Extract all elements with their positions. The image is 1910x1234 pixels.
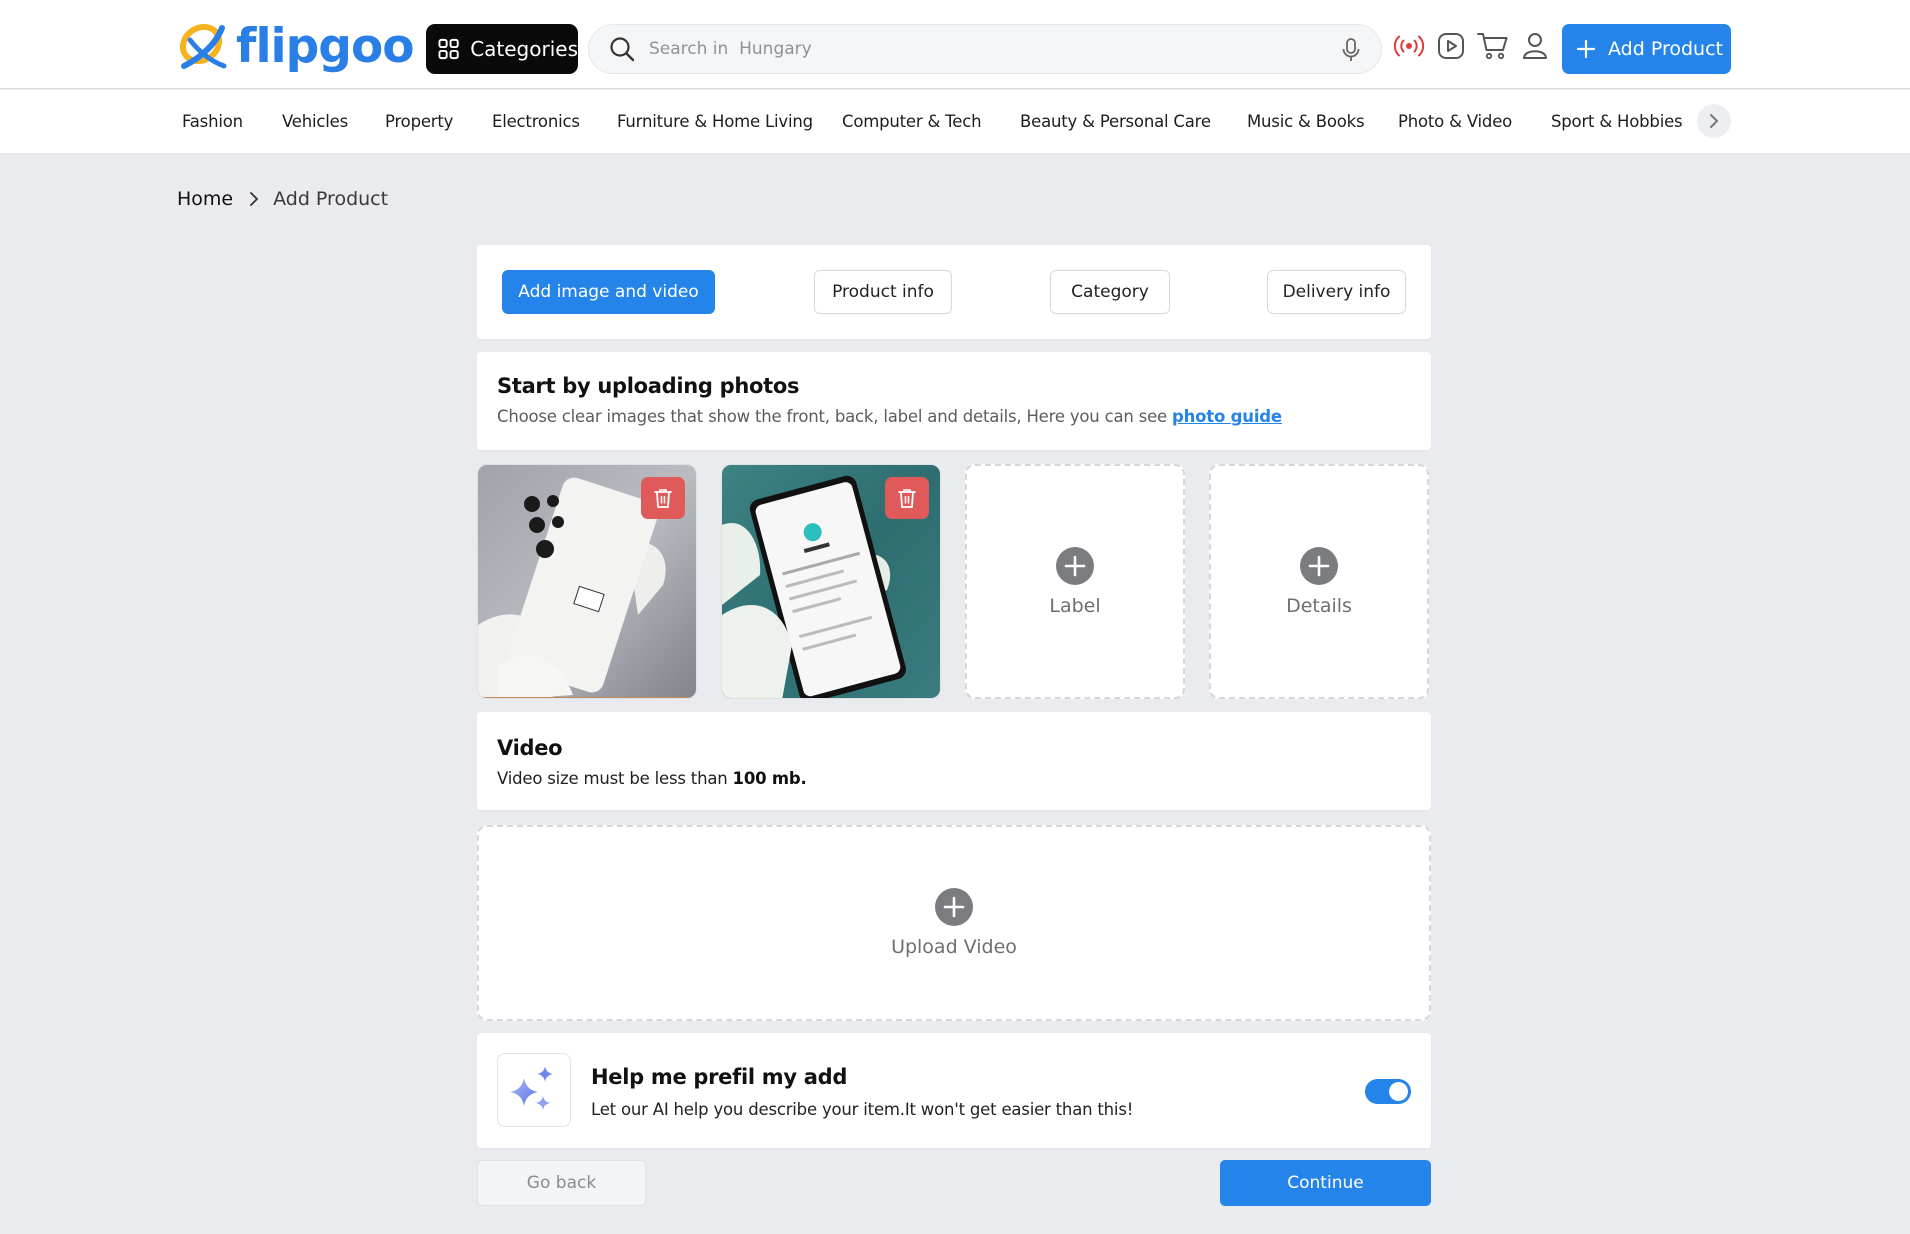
sparkles-icon [497,1053,571,1127]
nav-item-sport-hobbies[interactable]: Sport & Hobbies [1551,112,1683,131]
video-section: Video Video size must be less than 100 m… [477,712,1431,810]
nav-item-computer-tech[interactable]: Computer & Tech [842,112,982,131]
ai-prefill-subtitle: Let our AI help you describe your item.I… [591,1100,1134,1119]
ai-prefill-title: Help me prefil my add [591,1065,848,1089]
step-add-image-video[interactable]: Add image and video [502,270,715,314]
grid-icon [438,38,459,60]
step-product-info[interactable]: Product info [814,270,952,314]
upload-subtitle: Choose clear images that show the front,… [497,407,1411,426]
live-icon[interactable] [1393,30,1425,62]
ai-prefill-card: Help me prefil my add Let our AI help yo… [477,1033,1431,1148]
search-icon [610,37,635,62]
chevron-right-icon [1710,114,1718,128]
search-input[interactable] [649,39,1329,59]
video-subtitle: Video size must be less than 100 mb. [497,769,1411,788]
categories-label: Categories [470,37,578,61]
trash-icon [654,489,672,508]
nav-item-fashion[interactable]: Fashion [182,112,243,131]
nav-item-beauty-personal-care[interactable]: Beauty & Personal Care [1020,112,1211,131]
plus-icon [1576,39,1596,59]
nav-item-furniture-home-living[interactable]: Furniture & Home Living [617,112,813,131]
plus-circle-icon [1056,546,1094,585]
ai-prefill-toggle[interactable] [1365,1079,1411,1104]
go-back-button[interactable]: Go back [477,1160,646,1206]
top-header: flipgoo Categories Search in Hungary Add… [0,0,1910,89]
nav-scroll-next-button[interactable] [1697,104,1731,138]
nav-item-property[interactable]: Property [385,112,453,131]
add-product-label: Add Product [1608,38,1723,60]
upload-subtitle-text: Choose clear images that show the front,… [497,407,1173,426]
video-subtitle-text: Video size must be less than [497,769,733,788]
toggle-knob [1389,1082,1408,1101]
nav-item-photo-video[interactable]: Photo & Video [1398,112,1512,131]
video-title: Video [497,736,563,760]
upload-video-dropzone[interactable]: Upload Video [477,825,1431,1021]
upload-video-label: Upload Video [891,936,1017,958]
video-size-limit: 100 mb. [732,769,807,788]
step-category[interactable]: Category [1050,270,1170,314]
uploaded-photo-front[interactable] [721,464,941,699]
delete-photo-button[interactable] [885,477,929,519]
add-product-button[interactable]: Add Product [1562,24,1731,74]
upload-slot-label-text: Label [1049,594,1101,617]
uploaded-photo-back[interactable] [477,464,697,699]
microphone-icon[interactable] [1341,38,1361,62]
photo-guide-link[interactable]: photo guide [1172,407,1282,426]
flipgoo-logo[interactable]: flipgoo [176,19,415,74]
nav-item-vehicles[interactable]: Vehicles [282,112,348,131]
plus-circle-icon [935,888,973,926]
upload-title: Start by uploading photos [497,374,800,398]
logo-text: flipgoo [236,19,415,74]
delete-photo-button[interactable] [641,477,685,519]
play-video-icon[interactable] [1435,30,1467,62]
breadcrumb-home[interactable]: Home [177,188,233,210]
category-nav: Fashion Vehicles Property Electronics Fu… [0,90,1910,154]
trash-icon [898,489,916,508]
breadcrumb-current: Add Product [273,188,389,210]
upload-slot-details[interactable]: Details [1209,464,1429,699]
upload-slot-label[interactable]: Label [965,464,1185,699]
upload-slot-details-text: Details [1286,594,1352,617]
nav-item-music-books[interactable]: Music & Books [1247,112,1365,131]
categories-button[interactable]: Categories [426,24,578,74]
continue-button[interactable]: Continue [1220,1160,1431,1206]
nav-item-electronics[interactable]: Electronics [492,112,580,131]
chevron-right-icon [249,191,259,207]
step-delivery-info[interactable]: Delivery info [1267,270,1406,314]
step-tabs: Add image and video Product info Categor… [477,245,1431,339]
upload-photos-section: Start by uploading photos Choose clear i… [477,352,1431,450]
user-icon[interactable] [1519,30,1551,62]
cart-icon[interactable] [1477,30,1509,62]
plus-circle-icon [1300,546,1338,585]
search-bar [588,24,1382,74]
breadcrumb: Home Add Product [177,188,388,210]
logo-mark-icon [179,23,227,69]
